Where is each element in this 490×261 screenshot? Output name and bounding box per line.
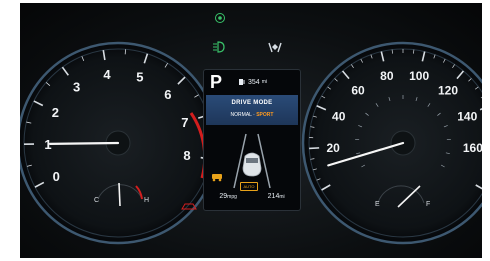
tach-label: 2 [52,105,59,120]
tach-label: 8 [183,148,190,163]
center-info-screen: P 354 mi DRIVE MODE NORMAL · SPORT AUTO … [203,69,301,211]
speed-label: 80 [380,69,394,83]
ready-indicator-icon [215,13,225,23]
speed-label: 60 [351,83,365,97]
speed-label: 20 [326,141,340,155]
speed-label: 140 [457,109,477,123]
fuel-empty-label: E [375,201,380,208]
tach-label: 4 [103,67,111,82]
temp-cold-label: C [94,197,99,204]
mpg-readout: 29mpg [219,193,237,200]
tachometer-needle [48,141,120,145]
auto-hold-badge: AUTO [240,182,258,191]
speed-tick [309,147,320,150]
speed-label: 40 [332,109,346,123]
speed-label: 120 [438,83,458,97]
fuel-pump-icon [239,79,245,85]
drive-mode-value: SPORT [256,112,274,118]
instrument-cluster: 012345678 C H 20 40 60 80 100 120 140 160 E F [20,3,482,258]
drive-mode-title: DRIVE MODE [231,100,273,106]
traction-indicator-icon [181,203,197,210]
lane-assist-indicator-icon [268,42,282,53]
tach-label: 0 [53,169,60,184]
tach-label: 3 [73,80,80,95]
headlight-indicator-icon [213,41,225,53]
temperature-needle [118,182,121,207]
speed-label: 160 [463,141,482,155]
screen-bottom-row: 29mpg 214mi [204,193,300,200]
speedometer-gauge: 20 40 60 80 100 120 140 160 [301,41,482,245]
drive-mode-line: NORMAL · SPORT [206,112,298,118]
speed-label: 100 [409,69,429,83]
tach-label: 6 [164,87,171,102]
drive-mode-panel: DRIVE MODE NORMAL · SPORT [206,95,298,125]
gear-indicator: P [210,72,223,92]
car-ahead-icon [212,174,222,182]
drive-mode-prefix: NORMAL · [230,112,255,118]
car-icon [242,152,262,177]
temp-hot-label: H [144,197,149,204]
odometer-readout: 214mi [267,193,285,200]
car-windshield [246,158,258,163]
fuel-range-value: 354 [248,78,260,86]
fuel-range-readout: 354 mi [238,78,267,86]
fuel-full-label: F [426,201,430,208]
tach-label: 7 [181,115,188,130]
tach-label: 5 [136,70,143,85]
fuel-range-unit: mi [261,79,267,85]
